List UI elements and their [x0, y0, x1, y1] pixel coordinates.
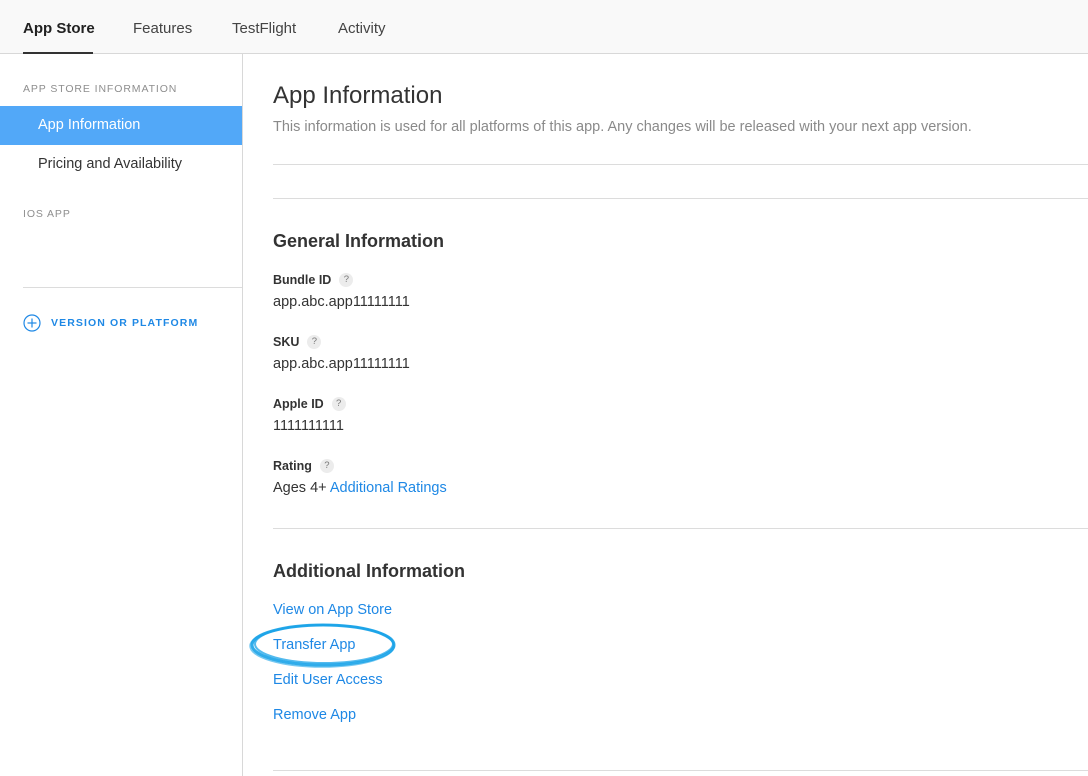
edit-user-access-link[interactable]: Edit User Access [273, 672, 383, 688]
help-question-icon[interactable]: ? [331, 397, 346, 411]
additional-ratings-link[interactable]: Additional Ratings [330, 480, 447, 496]
divider [273, 164, 1088, 165]
help-question-icon[interactable]: ? [339, 273, 354, 287]
sidebar: APP STORE INFORMATION App Information Pr… [0, 54, 243, 776]
page-subtitle: This information is used for all platfor… [273, 119, 972, 135]
rating-label: Rating ? [273, 459, 334, 473]
top-nav-bar: App Store Features TestFlight Activity [0, 0, 1088, 54]
remove-app-link[interactable]: Remove App [273, 707, 356, 723]
sidebar-heading-app-store: APP STORE INFORMATION [23, 83, 178, 95]
view-on-app-store-link[interactable]: View on App Store [273, 602, 392, 618]
sku-label: SKU ? [273, 335, 322, 349]
add-version-label: VERSION OR PLATFORM [51, 317, 199, 329]
sidebar-heading-ios-app: IOS APP [23, 208, 71, 220]
add-version-button[interactable]: VERSION OR PLATFORM [23, 314, 198, 332]
field-label-text: Rating [273, 459, 312, 473]
field-label-text: Apple ID [273, 397, 324, 411]
tab-activity[interactable]: Activity [338, 0, 386, 54]
apple-id-value: 1111111111 [273, 418, 344, 434]
apple-id-label: Apple ID ? [273, 397, 346, 411]
help-question-icon[interactable]: ? [307, 335, 322, 349]
page-title: App Information [273, 82, 443, 109]
divider [273, 198, 1088, 199]
divider [273, 528, 1088, 529]
sidebar-item-app-information[interactable]: App Information [0, 106, 242, 145]
rating-age: Ages 4+ [273, 480, 327, 496]
tab-testflight[interactable]: TestFlight [232, 0, 296, 54]
field-label-text: SKU [273, 335, 300, 349]
sidebar-divider [23, 287, 242, 288]
bundle-id-value: app.abc.app11111111 [273, 294, 410, 310]
tab-app-store[interactable]: App Store [23, 0, 95, 54]
additional-information-title: Additional Information [273, 561, 465, 581]
tab-features[interactable]: Features [133, 0, 192, 54]
field-label-text: Bundle ID [273, 273, 332, 287]
divider [273, 770, 1088, 771]
main-content: App Information This information is used… [243, 54, 1088, 776]
bundle-id-label: Bundle ID ? [273, 273, 354, 287]
sku-value: app.abc.app11111111 [273, 356, 410, 372]
rating-value: Ages 4+ Additional Ratings [273, 480, 447, 496]
general-information-title: General Information [273, 231, 445, 251]
sidebar-item-pricing-availability[interactable]: Pricing and Availability [0, 145, 242, 184]
transfer-app-link[interactable]: Transfer App [273, 637, 355, 653]
plus-circle-icon [23, 314, 41, 332]
help-question-icon[interactable]: ? [319, 459, 334, 473]
